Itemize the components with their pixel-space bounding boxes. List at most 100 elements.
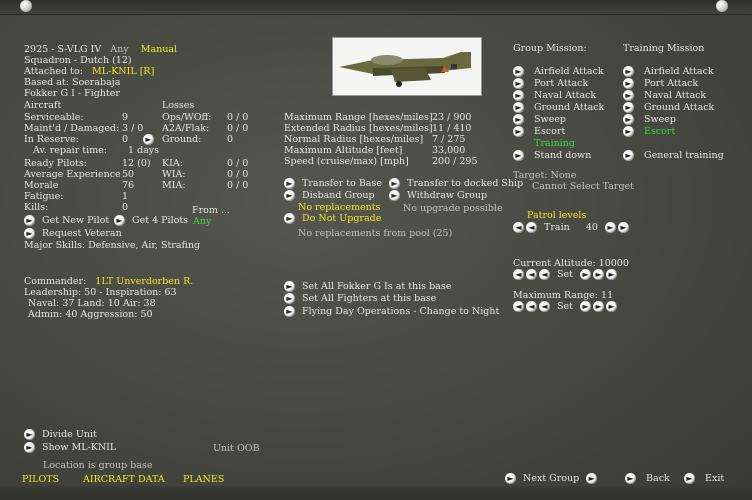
right-arrow-button[interactable]: ► [606, 269, 618, 280]
kia-value: 0 / 0 [227, 158, 249, 169]
attached-hq-link[interactable]: ML-KNIL [R] [92, 66, 154, 77]
transfer-base-button[interactable]: ► Transfer to Base [284, 178, 382, 189]
group-mission-item[interactable]: ► Port Attack [513, 78, 588, 89]
training-mission-item[interactable]: ► Airfield Attack [623, 66, 714, 77]
set-all-type-button[interactable]: ► Set All Fokker G Is at this base [284, 281, 451, 292]
do-not-upgrade-label: Do Not Upgrade [302, 213, 382, 224]
tab-aircraft-data[interactable]: AIRCRAFT DATA [83, 474, 165, 485]
right-arrow-button[interactable]: ► [593, 269, 605, 280]
exit-button[interactable]: ► Exit [684, 473, 724, 484]
right-arrow-icon: ► [284, 306, 295, 317]
left-arrow-button[interactable]: ◄ [513, 269, 524, 280]
set-all-fighters-label: Set All Fighters at this base [302, 293, 437, 304]
frame-knob-left [20, 0, 32, 12]
mission-label: Ground Attack [534, 102, 605, 113]
perf-label: Maximum Range [hexes/miles] [284, 112, 433, 123]
right-arrow-icon: ► [623, 90, 634, 101]
set-all-fighters-button[interactable]: ► Set All Fighters at this base [284, 293, 436, 304]
right-arrow-icon: ► [513, 150, 524, 161]
transfer-ship-button[interactable]: ► Transfer to docked Ship [389, 178, 523, 189]
fokker-aircraft-icon [339, 52, 471, 87]
right-arrow-button[interactable]: ► [580, 269, 592, 280]
double-left-arrow-button[interactable]: ◄ [513, 222, 524, 233]
request-veteran-button[interactable]: ► Request Veteran [24, 228, 122, 239]
mission-label: Sweep [644, 114, 677, 125]
group-mission-item-active[interactable]: ► Training [513, 138, 575, 149]
divide-unit-button[interactable]: ► Divide Unit [24, 429, 97, 440]
frame-knob-right [716, 0, 728, 12]
mission-label: Ground Attack [644, 102, 715, 113]
double-right-arrow-button[interactable]: ► [617, 222, 629, 233]
group-mission-item[interactable]: ► Airfield Attack [513, 66, 604, 77]
request-veteran-label: Request Veteran [42, 228, 122, 239]
show-hq-button[interactable]: ► Show ML-KNIL [24, 442, 116, 453]
flying-day-button[interactable]: ► Flying Day Operations - Change to Nigh… [284, 306, 499, 317]
training-mission-item[interactable]: ► Ground Attack [623, 102, 714, 113]
left-arrow-button[interactable]: ◄ [526, 222, 537, 233]
right-arrow-button[interactable]: ► [593, 301, 605, 312]
from-label: From ... [192, 205, 230, 216]
commander-name-link[interactable]: 1LT Unverdorben R. [95, 276, 193, 287]
next-group-button[interactable]: ► Next Group ► [505, 473, 598, 484]
kills-label: Kills: [24, 202, 49, 213]
repair-value: 1 days [128, 145, 160, 156]
tab-planes[interactable]: PLANES [183, 474, 224, 485]
right-arrow-button[interactable]: ► [604, 222, 616, 233]
admin-line: Admin: 40 Aggression: 50 [28, 309, 153, 320]
back-button[interactable]: ► Back [625, 473, 670, 484]
range-control: ◄ ◄ ◄ Set ► ► ► [513, 301, 618, 312]
left-arrow-button[interactable]: ◄ [539, 269, 550, 280]
mission-label: Training [534, 138, 575, 149]
maintd-value: 3 / 0 [122, 123, 144, 134]
get-new-pilot-button[interactable]: ► Get New Pilot [24, 215, 109, 226]
fatigue-value: 1 [122, 191, 129, 202]
training-mission-item[interactable]: ► General training [623, 150, 724, 161]
ground-label: Ground: [162, 134, 202, 145]
group-mission-item[interactable]: ► Sweep [513, 114, 566, 125]
unit-oob-link[interactable]: Unit OOB [213, 443, 260, 454]
perf-label: Normal Radius [hexes/miles] [284, 134, 424, 145]
mission-label: Sweep [534, 114, 567, 125]
reserve-arrow-button[interactable]: ► [143, 134, 154, 145]
show-hq-label: Show ML-KNIL [42, 442, 117, 453]
left-arrow-button[interactable]: ◄ [513, 301, 524, 312]
serviceable-label: Serviceable: [24, 112, 84, 123]
do-not-upgrade-button[interactable]: ► Do Not Upgrade [284, 213, 381, 224]
tab-pilots[interactable]: PILOTS [22, 474, 59, 485]
leadership-line: Leadership: 50 - Inspiration: 63 [24, 287, 177, 298]
patrol-levels-label: Patrol levels [527, 210, 587, 221]
perf-label: Extended Radius [hexes/miles] [284, 123, 433, 134]
next-group-label: Next Group [523, 473, 580, 484]
mission-label: Airfield Attack [644, 66, 714, 77]
left-arrow-button[interactable]: ◄ [539, 301, 550, 312]
left-arrow-button[interactable]: ◄ [526, 301, 537, 312]
unit-id-line: 2925 - S-VLG IV Any Manual [24, 44, 177, 55]
right-arrow-icon: ► [586, 473, 598, 484]
from-value-link[interactable]: Any [193, 216, 211, 227]
training-mission-item[interactable]: ► Sweep [623, 114, 676, 125]
disband-button[interactable]: ► Disband Group [284, 190, 375, 201]
right-arrow-icon: ► [284, 178, 295, 189]
perf-value: 200 / 295 [432, 156, 478, 167]
ground-value: 0 [227, 134, 234, 145]
group-mission-item[interactable]: ► Stand down [513, 150, 591, 161]
get-4-pilots-button[interactable]: ► Get 4 Pilots [114, 215, 188, 226]
left-arrow-button[interactable]: ◄ [526, 269, 537, 280]
patrol-train-control: ◄ ◄ Train 40 ► ► [513, 222, 629, 233]
control-mode-link[interactable]: Manual [141, 44, 177, 55]
altitude-control: ◄ ◄ ◄ Set ► ► ► [513, 269, 618, 280]
group-mission-item[interactable]: ► Naval Attack [513, 90, 596, 101]
right-arrow-icon: ► [143, 134, 154, 145]
right-arrow-button[interactable]: ► [580, 301, 592, 312]
right-arrow-button[interactable]: ► [606, 301, 618, 312]
right-arrow-icon: ► [684, 473, 695, 484]
training-mission-item[interactable]: ► Port Attack [623, 78, 698, 89]
training-mission-item[interactable]: ► Naval Attack [623, 90, 706, 101]
group-mission-item[interactable]: ► Escort [513, 126, 565, 137]
reserve-label: In Reserve: [24, 134, 79, 145]
set-label: Set [557, 301, 573, 312]
major-skills: Major Skills: Defensive, Air, Strafing [24, 240, 201, 251]
training-mission-item-active[interactable]: ► Escort [623, 126, 675, 137]
withdraw-button[interactable]: ► Withdraw Group [389, 190, 487, 201]
group-mission-item[interactable]: ► Ground Attack [513, 102, 604, 113]
